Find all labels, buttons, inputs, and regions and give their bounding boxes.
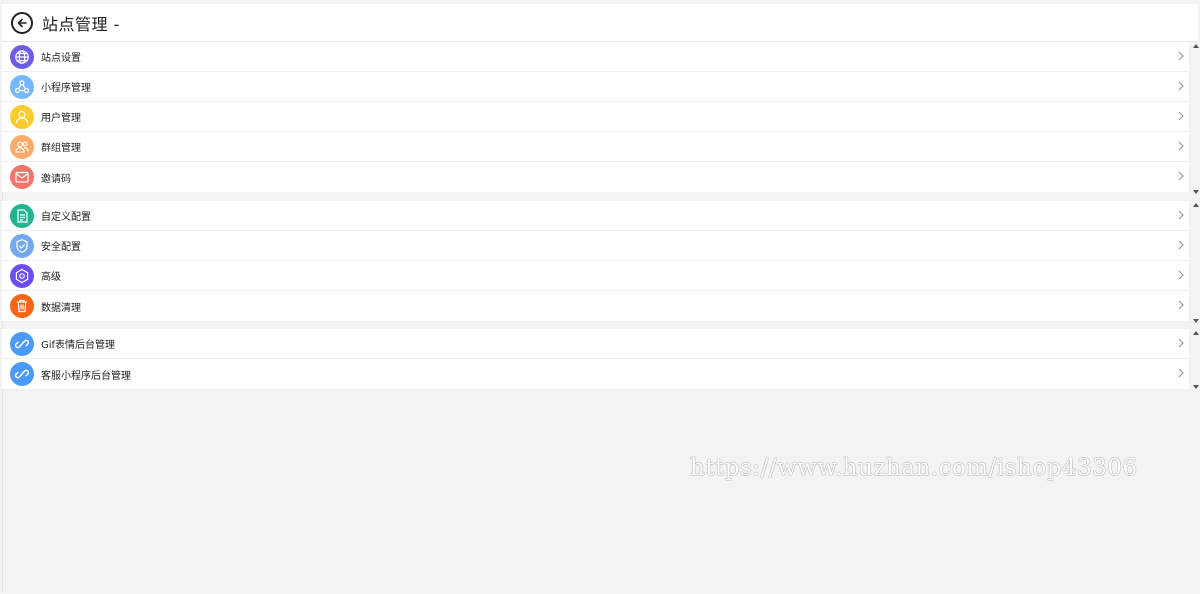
arrow-left-icon (17, 18, 27, 27)
scroll-down-icon[interactable] (1193, 319, 1199, 323)
menu-item-gif-admin[interactable]: Gif表情后台管理 (2, 329, 1189, 359)
document-icon (10, 203, 34, 228)
trash-icon (10, 294, 34, 318)
share-icon (10, 74, 34, 99)
scrollbar-group-3[interactable] (1190, 329, 1200, 391)
menu-item-label: Gif表情后台管理 (41, 340, 116, 351)
chevron-right-icon (1178, 51, 1184, 61)
menu-item-label: 数据清理 (41, 302, 81, 314)
group-icon (10, 134, 34, 159)
chevron-right-icon (1178, 81, 1184, 91)
menu-group-1: 站点设置 小程序管理 用户管理 群组管理 邀请码 (2, 42, 1189, 192)
scrollbar-group-1[interactable] (1190, 42, 1200, 197)
menu-item-group-management[interactable]: 群组管理 (2, 132, 1189, 162)
menu-group-2: 自定义配置 安全配置 高级 数据清理 (2, 201, 1189, 321)
menu-item-label: 安全配置 (41, 242, 81, 253)
menu-item-label: 用户管理 (41, 113, 81, 124)
header-bar: 站点管理 - (2, 4, 1198, 42)
chevron-right-icon (1178, 111, 1184, 121)
watermark-text: https://www.huzhan.com/ishop43306 (690, 455, 1138, 481)
shield-icon (10, 233, 34, 258)
menu-item-cs-mini-program-admin[interactable]: 客服小程序后台管理 (2, 359, 1189, 389)
chevron-right-icon (1178, 240, 1184, 250)
chevron-right-icon (1178, 338, 1184, 348)
scroll-up-icon[interactable] (1193, 203, 1199, 207)
menu-item-label: 邀请码 (41, 173, 71, 185)
chevron-right-icon (1178, 270, 1184, 280)
link-icon (10, 362, 34, 386)
scrollbar-group-2[interactable] (1190, 201, 1200, 326)
back-button[interactable] (11, 11, 33, 34)
chevron-right-icon (1178, 300, 1184, 310)
menu-item-label: 站点设置 (41, 53, 81, 64)
menu-item-label: 自定义配置 (41, 212, 91, 223)
scroll-up-icon[interactable] (1193, 44, 1199, 48)
menu-item-invite-code[interactable]: 邀请码 (2, 162, 1189, 192)
menu-item-label: 客服小程序后台管理 (41, 370, 131, 382)
menu-item-advanced[interactable]: 高级 (2, 261, 1189, 291)
menu-group-3: Gif表情后台管理 客服小程序后台管理 (2, 329, 1189, 389)
scroll-down-icon[interactable] (1193, 190, 1199, 194)
globe-icon (10, 44, 34, 69)
menu-item-mini-program[interactable]: 小程序管理 (2, 72, 1189, 102)
user-icon (10, 104, 34, 129)
chevron-right-icon (1178, 171, 1184, 181)
mail-icon (10, 165, 34, 189)
chevron-right-icon (1178, 368, 1184, 378)
menu-item-security-config[interactable]: 安全配置 (2, 231, 1189, 261)
menu-item-label: 群组管理 (41, 143, 81, 154)
page-title: 站点管理 - (42, 14, 120, 34)
menu-item-label: 高级 (41, 272, 61, 283)
scroll-down-icon[interactable] (1193, 385, 1199, 389)
menu-item-user-management[interactable]: 用户管理 (2, 102, 1189, 132)
menu-item-custom-config[interactable]: 自定义配置 (2, 201, 1189, 231)
chevron-right-icon (1178, 141, 1184, 151)
menu-item-data-cleanup[interactable]: 数据清理 (2, 291, 1189, 321)
link-icon (10, 331, 34, 356)
chevron-right-icon (1178, 210, 1184, 220)
scroll-up-icon[interactable] (1193, 331, 1199, 335)
menu-item-site-settings[interactable]: 站点设置 (2, 42, 1189, 72)
hexagon-icon (10, 263, 34, 288)
menu-item-label: 小程序管理 (41, 83, 91, 94)
